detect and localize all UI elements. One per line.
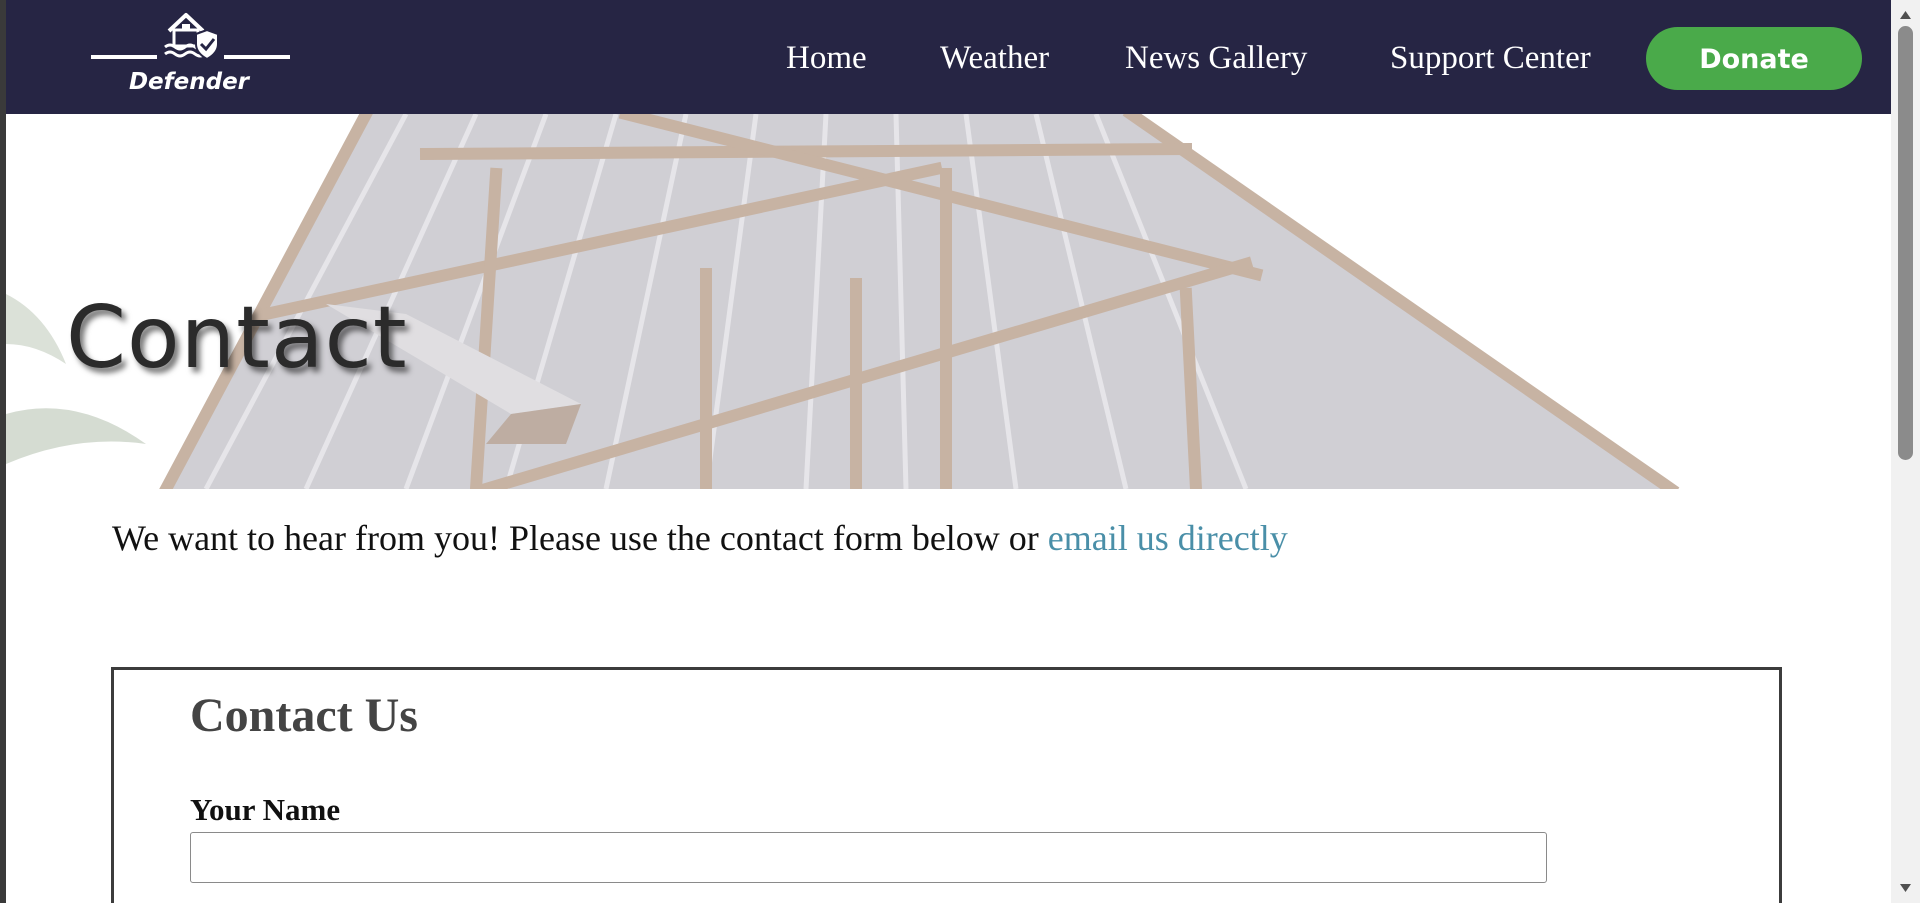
form-title: Contact Us (190, 689, 418, 742)
contact-form: Contact Us Your Name (111, 667, 1782, 903)
hero-banner: Contact (6, 114, 1891, 489)
site-header: Defender Home Weather News Gallery Suppo… (6, 0, 1891, 114)
email-link[interactable]: email us directly (1048, 518, 1288, 558)
nav-support-center[interactable]: Support Center (1390, 36, 1591, 80)
scroll-down-icon[interactable] (1891, 875, 1920, 899)
scroll-thumb[interactable] (1898, 26, 1913, 460)
donate-button[interactable]: Donate (1646, 27, 1862, 90)
nav-home[interactable]: Home (786, 36, 867, 80)
nav-news-gallery[interactable]: News Gallery (1125, 36, 1307, 80)
site-logo[interactable]: Defender (85, 9, 293, 101)
logo-text: Defender (128, 69, 250, 95)
name-input[interactable] (190, 832, 1547, 883)
house-shield-icon (91, 13, 290, 61)
page: Defender Home Weather News Gallery Suppo… (6, 0, 1891, 903)
nav-weather[interactable]: Weather (940, 36, 1049, 80)
hero-title: Contact (66, 288, 408, 388)
intro-text: We want to hear from you! Please use the… (112, 517, 1288, 559)
name-label: Your Name (190, 792, 341, 827)
intro-message: We want to hear from you! Please use the… (112, 518, 1048, 558)
scroll-up-icon[interactable] (1891, 4, 1920, 28)
scrollbar[interactable] (1891, 0, 1920, 903)
